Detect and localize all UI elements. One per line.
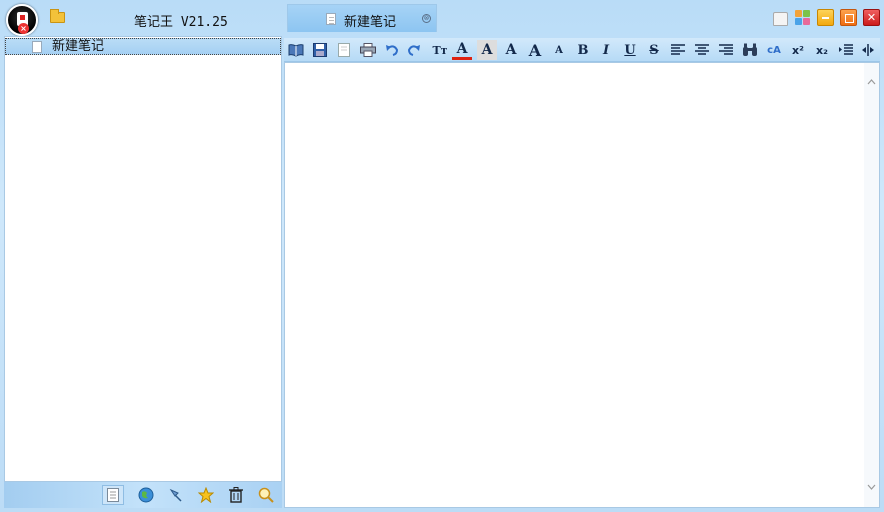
layout-grid-icon[interactable] [794,9,811,26]
scroll-up-icon[interactable] [867,77,876,88]
window-controls: ✕ [771,9,880,27]
book-icon [288,44,304,57]
app-logo-icon[interactable]: × [6,4,38,36]
subscript-button[interactable]: x₂ [812,40,832,60]
spacing-icon [862,44,874,56]
editor-toolbar: Tт A A A A A B I U S cA x² x₂ [284,38,880,62]
note-list-icon [107,488,119,502]
app-title: 笔记王 V21.25 [134,15,228,30]
folder-icon [50,9,65,23]
change-case-button[interactable]: cA [764,40,784,60]
trash-icon [229,487,243,503]
search-icon [258,487,274,503]
note-list-button[interactable] [102,485,124,505]
save-button[interactable] [310,40,330,60]
search-button[interactable] [255,485,277,505]
editor-area[interactable] [284,62,880,508]
vertical-scrollbar[interactable] [864,63,879,507]
redo-button[interactable] [404,40,424,60]
minimize-button[interactable] [817,9,834,26]
pushpin-button[interactable] [165,485,187,505]
new-page-button[interactable] [334,40,354,60]
tree-item-new-note[interactable]: 新建笔记 [5,38,281,55]
open-book-button[interactable] [286,40,306,60]
tree-item-label: 新建笔记 [52,39,105,54]
indent-icon [839,44,853,55]
title-bar: × 笔记王 V21.25 新建笔记 ⊗ ✕ [0,0,884,36]
redo-icon [407,45,420,56]
save-disk-icon [313,43,327,57]
align-right-icon [719,44,733,55]
pushpin-icon [169,488,182,502]
scroll-down-icon[interactable] [867,482,876,493]
note-tree-panel: 新建笔记 [4,36,282,482]
close-button[interactable]: ✕ [863,9,880,26]
trash-button[interactable] [225,485,247,505]
document-icon [32,41,42,53]
left-bottom-toolbar [4,482,282,508]
grow-font-button[interactable]: A [525,40,545,60]
globe-button[interactable] [135,485,157,505]
binoculars-icon [743,43,757,56]
find-button[interactable] [740,40,760,60]
page-icon [338,43,350,57]
skin-shirt-icon[interactable] [771,9,788,26]
maximize-button[interactable] [840,9,857,26]
globe-icon [138,487,154,503]
highlight-button[interactable]: A [477,40,497,60]
spacing-button[interactable] [858,40,878,60]
align-left-icon [671,44,685,55]
open-folder-button[interactable] [48,9,68,27]
bold-button[interactable]: B [573,40,593,60]
star-icon [198,487,214,503]
undo-icon [386,45,399,56]
align-center-icon [695,44,709,55]
align-right-button[interactable] [716,40,736,60]
indent-button[interactable] [836,40,856,60]
italic-button[interactable]: I [596,40,616,60]
font-color-button[interactable]: A [452,40,472,60]
document-icon [326,13,336,25]
font-face-button[interactable]: A [501,40,521,60]
underline-button[interactable]: U [620,40,640,60]
shrink-font-button[interactable]: A [549,40,569,60]
superscript-button[interactable]: x² [788,40,808,60]
strikethrough-button[interactable]: S [644,40,664,60]
undo-button[interactable] [382,40,402,60]
tab-close-icon[interactable]: ⊗ [422,14,431,23]
tab-new-note[interactable]: 新建笔记 ⊗ [287,4,437,32]
print-button[interactable] [358,40,378,60]
printer-icon [360,43,376,57]
favorites-button[interactable] [195,485,217,505]
align-left-button[interactable] [668,40,688,60]
align-center-button[interactable] [692,40,712,60]
font-size-button[interactable]: Tт [430,40,450,60]
tab-label: 新建笔记 [344,15,397,30]
